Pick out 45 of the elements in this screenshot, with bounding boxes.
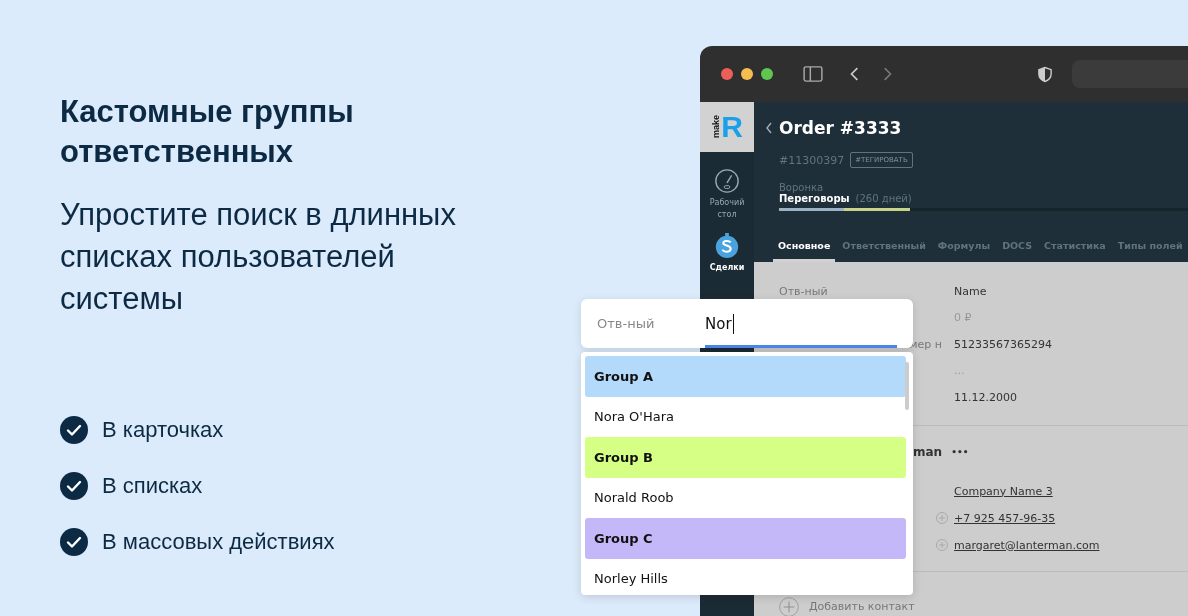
group-option[interactable]: Group A	[585, 356, 906, 397]
more-button[interactable]: •••	[951, 446, 969, 457]
check-icon	[60, 416, 88, 444]
contact-link[interactable]: Company Name 3	[954, 484, 1053, 498]
check-icon	[60, 528, 88, 556]
sidebar-item[interactable]: Сделки	[703, 233, 751, 274]
feature-text: В массовых действиях	[102, 529, 335, 555]
scrollbar-thumb[interactable]	[905, 362, 909, 410]
user-option[interactable]: Norald Roob	[585, 477, 906, 518]
field-value: ...	[954, 364, 965, 378]
promo-subtitle: Упростите поиск в длинных списках пользователей системы	[60, 196, 457, 318]
feature-text: В карточках	[102, 417, 224, 443]
user-option[interactable]: Nora O'Hara	[585, 396, 906, 437]
contact-link[interactable]: margaret@lanterman.com	[954, 538, 1100, 552]
field-label: Отв-ный	[779, 284, 829, 298]
deal-id: #11300397	[779, 153, 845, 167]
responsible-search-field[interactable]: Отв-ный Nor	[581, 299, 913, 348]
logo: make R	[700, 102, 754, 152]
zoom-button[interactable]	[761, 68, 773, 80]
feature-text: В списках	[102, 473, 203, 499]
sidebar-toggle-icon[interactable]	[803, 66, 823, 82]
field-value: 51233567365294	[954, 337, 1052, 351]
deal-title: Order #3333	[779, 118, 902, 138]
contact-link[interactable]: +7 925 457-96-35	[954, 511, 1056, 525]
close-button[interactable]	[721, 68, 733, 80]
forward-icon[interactable]	[883, 66, 893, 82]
promo-title: Кастомные группы ответственных	[60, 93, 355, 171]
field-value: 11.12.2000	[954, 390, 1017, 404]
back-icon[interactable]	[849, 66, 859, 82]
group-option[interactable]: Group C	[585, 518, 906, 559]
stage-duration: (260 дней)	[855, 193, 912, 204]
back-icon[interactable]	[765, 121, 773, 135]
shield-icon[interactable]	[1038, 65, 1052, 83]
add-icon	[779, 596, 799, 616]
gauge-icon	[714, 168, 740, 194]
pipeline-label: Воронка	[779, 182, 824, 193]
user-option[interactable]: Norley Hills	[585, 558, 906, 595]
sidebar-item[interactable]: Рабочий стол	[703, 168, 751, 221]
check-icon	[60, 472, 88, 500]
group-option[interactable]: Group B	[585, 437, 906, 478]
minimize-button[interactable]	[741, 68, 753, 80]
contact-name: man	[913, 444, 943, 459]
stage-name: Переговоры	[779, 193, 850, 204]
field-value: Name	[954, 284, 987, 298]
dollar-icon	[714, 233, 740, 259]
